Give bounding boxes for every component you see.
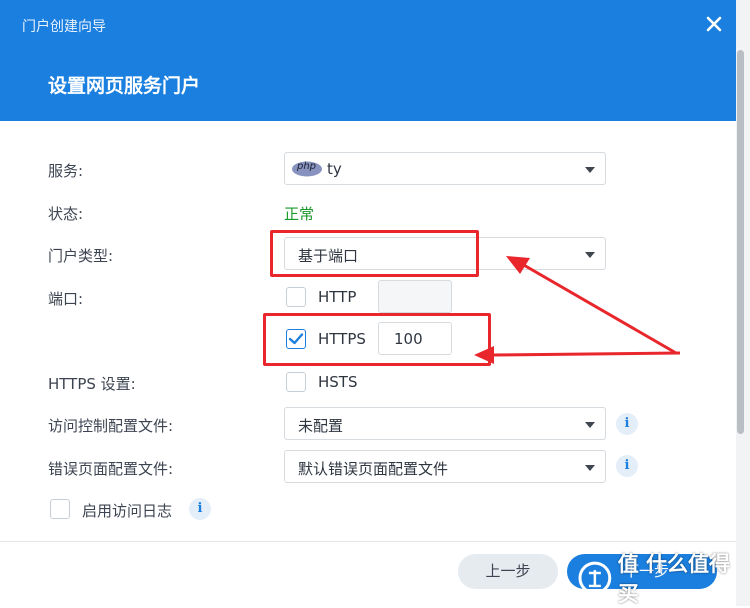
watermark-logo-icon xyxy=(578,561,612,595)
watermark-text: 值 什么值得买 xyxy=(617,552,731,606)
annotation-arrows xyxy=(474,256,681,364)
arrow-icon xyxy=(474,346,681,364)
arrow-icon xyxy=(506,256,677,355)
watermark: 值 什么值得买 xyxy=(578,552,750,606)
